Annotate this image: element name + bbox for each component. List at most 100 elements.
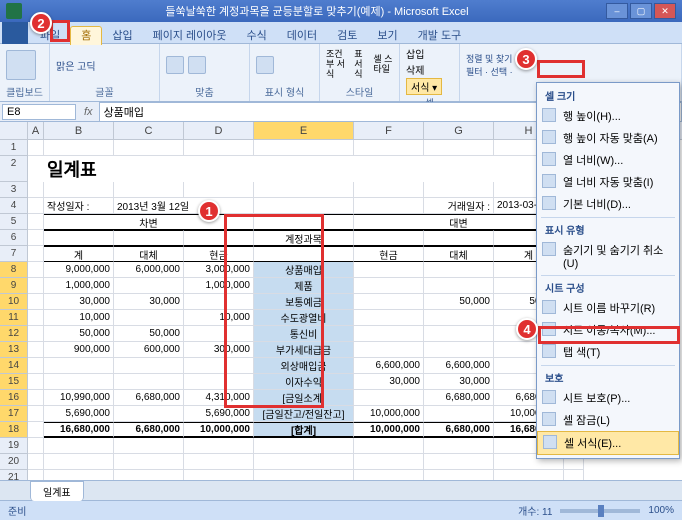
cell[interactable] <box>354 454 424 470</box>
align-icon[interactable] <box>166 56 184 74</box>
cell[interactable] <box>254 214 354 230</box>
cell[interactable] <box>424 140 494 156</box>
cell[interactable]: 2013년 3월 12일 <box>114 198 254 214</box>
cell[interactable] <box>354 326 424 342</box>
ribbon-tab[interactable]: 개발 도구 <box>408 27 472 45</box>
cell[interactable]: 30,000 <box>114 294 184 310</box>
name-box[interactable]: E8 <box>2 104 76 120</box>
cell[interactable] <box>254 140 354 156</box>
cell[interactable]: 보통예금 <box>254 294 354 310</box>
row-header[interactable]: 8 <box>0 262 28 278</box>
maximize-button[interactable]: ▢ <box>630 3 652 19</box>
column-header[interactable]: G <box>424 122 494 139</box>
cell[interactable] <box>44 374 114 390</box>
cell[interactable] <box>28 374 44 390</box>
ribbon-tab[interactable]: 홈 <box>70 26 102 45</box>
cell[interactable] <box>28 262 44 278</box>
cell[interactable] <box>254 246 354 262</box>
cell[interactable]: 10,000,000 <box>354 422 424 438</box>
row-header[interactable]: 10 <box>0 294 28 310</box>
cell[interactable]: 5,690,000 <box>184 406 254 422</box>
ribbon-tab[interactable]: 수식 <box>237 27 277 45</box>
cell[interactable] <box>114 278 184 294</box>
cell[interactable]: 대체 <box>114 246 184 262</box>
menu-item[interactable]: 열 너비(W)... <box>537 149 679 171</box>
cell[interactable]: 10,000,000 <box>184 422 254 438</box>
cell[interactable] <box>184 454 254 470</box>
cell[interactable]: 1,000,000 <box>184 278 254 294</box>
close-button[interactable]: ✕ <box>654 3 676 19</box>
cell[interactable] <box>254 198 354 214</box>
menu-item[interactable]: 시트 이동/복사(M)... <box>537 319 679 341</box>
row-header[interactable]: 9 <box>0 278 28 294</box>
cell[interactable]: 50,000 <box>424 294 494 310</box>
row-header[interactable]: 4 <box>0 198 28 214</box>
cell[interactable]: 대체 <box>424 246 494 262</box>
cell[interactable] <box>424 278 494 294</box>
cell[interactable] <box>28 470 44 480</box>
fx-icon[interactable]: fx <box>78 106 99 118</box>
cell[interactable]: 6,680,000 <box>114 390 184 406</box>
cell[interactable] <box>184 230 254 246</box>
row-header[interactable]: 1 <box>0 140 28 156</box>
cell[interactable] <box>354 342 424 358</box>
ribbon-tab[interactable]: 데이터 <box>277 27 327 45</box>
row-header[interactable]: 3 <box>0 182 28 198</box>
cell[interactable] <box>354 310 424 326</box>
cell[interactable]: [금일잔고/전일잔고] <box>254 406 354 422</box>
cell[interactable]: 일계표 <box>44 156 184 182</box>
ribbon-tab[interactable]: 검토 <box>327 27 367 45</box>
cell[interactable]: 5,690,000 <box>44 406 114 422</box>
cell[interactable] <box>424 262 494 278</box>
row-header[interactable]: 7 <box>0 246 28 262</box>
format-button[interactable]: 서식 ▾ <box>406 78 442 95</box>
cell[interactable]: 4,310,000 <box>184 390 254 406</box>
cell[interactable] <box>424 182 494 198</box>
cell[interactable]: 6,680,000 <box>424 390 494 406</box>
cell[interactable]: [금일소계] <box>254 390 354 406</box>
cell[interactable] <box>354 198 424 214</box>
cell[interactable]: 현금 <box>354 246 424 262</box>
cell[interactable] <box>28 390 44 406</box>
row-header[interactable]: 13 <box>0 342 28 358</box>
cell[interactable] <box>28 438 44 454</box>
cell[interactable] <box>44 470 114 480</box>
cell[interactable] <box>114 406 184 422</box>
cell[interactable] <box>254 470 354 480</box>
menu-item[interactable]: 셀 서식(E)... <box>537 431 679 455</box>
cell[interactable] <box>424 438 494 454</box>
cell[interactable] <box>114 358 184 374</box>
cell[interactable] <box>424 310 494 326</box>
cell[interactable] <box>184 470 254 480</box>
cell[interactable] <box>354 438 424 454</box>
menu-item[interactable]: 셀 잠금(L) <box>537 409 679 431</box>
file-tab[interactable] <box>2 22 28 44</box>
paste-icon[interactable] <box>6 50 36 80</box>
cell[interactable] <box>424 230 494 246</box>
row-header[interactable]: 21 <box>0 470 28 480</box>
cell[interactable]: 제품 <box>254 278 354 294</box>
cell[interactable] <box>114 438 184 454</box>
align-icon[interactable] <box>188 56 206 74</box>
cell[interactable] <box>28 342 44 358</box>
cell[interactable] <box>354 140 424 156</box>
cell[interactable] <box>354 390 424 406</box>
cell[interactable] <box>354 156 424 182</box>
cell[interactable] <box>354 294 424 310</box>
cell[interactable] <box>28 294 44 310</box>
cell[interactable] <box>184 182 254 198</box>
cell[interactable] <box>424 470 494 480</box>
cell[interactable] <box>44 358 114 374</box>
column-header[interactable]: E <box>254 122 354 139</box>
cell[interactable] <box>494 470 564 480</box>
row-header[interactable]: 16 <box>0 390 28 406</box>
cell[interactable] <box>424 342 494 358</box>
cell[interactable] <box>254 156 354 182</box>
cell[interactable] <box>424 326 494 342</box>
cell[interactable]: 9,000,000 <box>44 262 114 278</box>
row-header[interactable]: 11 <box>0 310 28 326</box>
cell[interactable] <box>44 230 114 246</box>
cell[interactable] <box>28 358 44 374</box>
menu-item[interactable]: 숨기기 및 숨기기 취소(U) <box>537 239 679 273</box>
cell[interactable]: 현금 <box>184 246 254 262</box>
